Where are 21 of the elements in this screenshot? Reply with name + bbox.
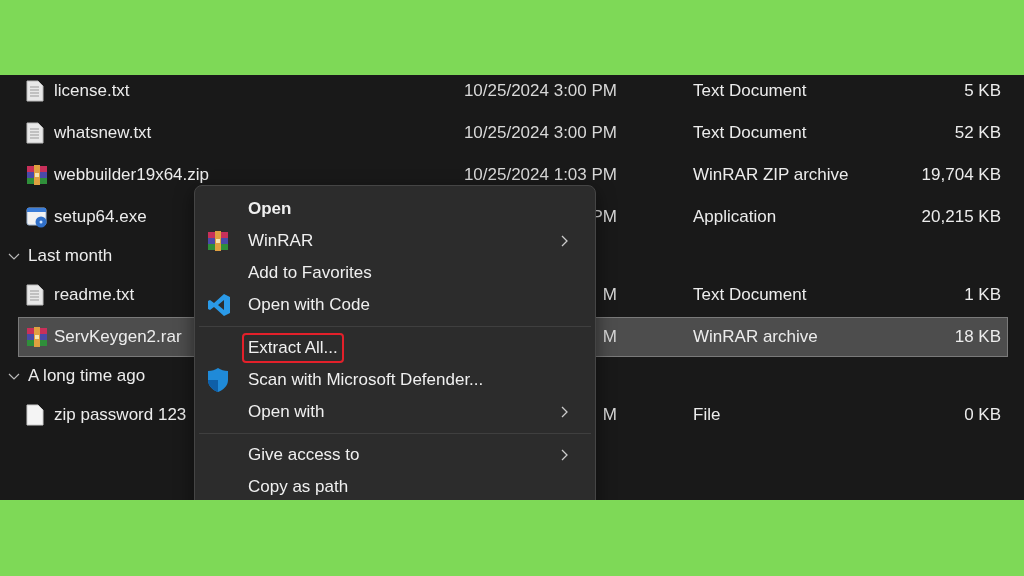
type-cell: Text Document <box>693 123 807 143</box>
date-cell: 10/25/2024 3:00 PM <box>463 123 617 143</box>
date-cell: M <box>602 405 617 425</box>
date-cell: 10/25/2024 1:03 PM <box>463 165 617 185</box>
date-cell: M <box>602 285 617 305</box>
file-name: ServKeygen2.rar <box>54 327 182 347</box>
type-cell: WinRAR ZIP archive <box>693 165 849 185</box>
type-cell: Text Document <box>693 81 807 101</box>
date-cell: 10/25/2024 3:00 PM <box>463 81 617 101</box>
date-cell: M <box>602 327 617 347</box>
type-cell: File <box>693 405 721 425</box>
size-cell: 52 KB <box>954 123 1001 143</box>
size-cell: 0 KB <box>964 405 1001 425</box>
size-cell: 18 KB <box>954 327 1001 347</box>
type-cell: WinRAR archive <box>693 327 818 347</box>
size-cell: 1 KB <box>964 285 1001 305</box>
type-cell: Application <box>693 207 777 227</box>
type-cell: Text Document <box>693 285 807 305</box>
size-cell: 19,704 KB <box>921 165 1001 185</box>
size-cell: 5 KB <box>964 81 1001 101</box>
size-cell: 20,215 KB <box>921 207 1001 227</box>
